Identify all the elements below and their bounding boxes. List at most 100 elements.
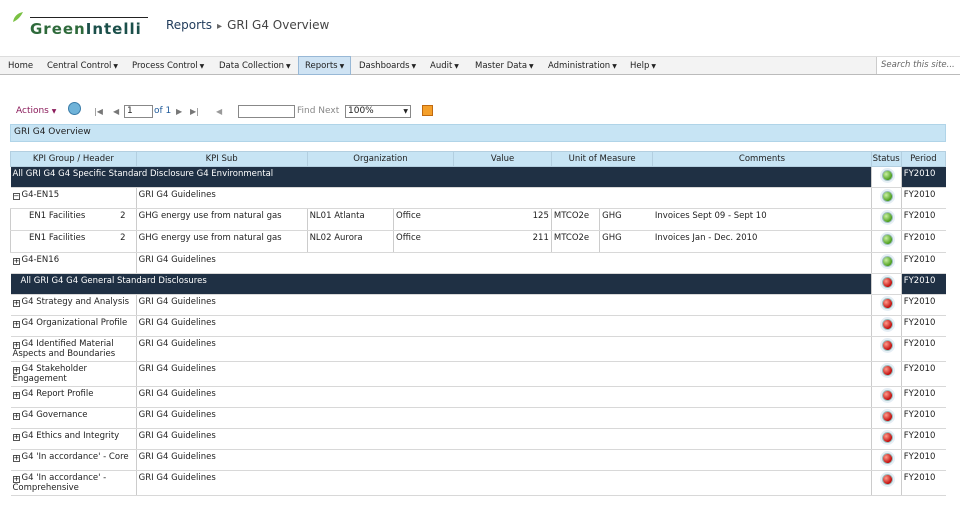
kpi-table: KPI Group / Header KPI Sub Organization … xyxy=(10,151,947,496)
period-cell: FY2010 xyxy=(900,428,946,450)
expand-icon[interactable]: + xyxy=(12,258,20,265)
kpi-sub-cell: GRI G4 Guidelines xyxy=(135,252,872,274)
expand-icon[interactable]: + xyxy=(12,321,20,328)
status-cell xyxy=(870,315,902,337)
header-row: KPI Group / Header KPI Sub Organization … xyxy=(10,151,947,167)
table-row[interactable]: + G4 'In accordance' - Core GRI G4 Guidel… xyxy=(10,449,946,471)
period-cell: FY2010 xyxy=(900,386,946,408)
kpi-label-line2: Aspects and Boundaries xyxy=(12,349,116,359)
kpi-group-cell: + G4 Governance xyxy=(10,407,137,429)
collapse-icon[interactable]: − xyxy=(12,193,20,200)
status-red-icon xyxy=(881,277,893,288)
nav-dashboards[interactable]: Dashboards ▼ xyxy=(353,57,422,75)
kpi-label: G4 Governance xyxy=(21,410,88,420)
group-label: All GRI G4 G4 Specific Standard Disclosu… xyxy=(10,166,872,188)
table-row[interactable]: EN1 Facilities 2 GHG energy use from nat… xyxy=(10,230,946,253)
first-page-icon[interactable]: |◀ xyxy=(94,104,103,119)
brand-prefix: Green xyxy=(30,20,86,38)
nav-home[interactable]: Home xyxy=(2,57,39,75)
col-status[interactable]: Status xyxy=(870,151,902,167)
caret-down-icon: ▼ xyxy=(612,63,617,70)
page-input[interactable]: 1 xyxy=(124,105,153,118)
table-row[interactable]: + G4 Strategy and Analysis GRI G4 Guideli… xyxy=(10,294,946,316)
kpi-label: G4 'In accordance' - xyxy=(21,473,107,483)
find-input[interactable] xyxy=(238,105,295,118)
period-cell: FY2010 xyxy=(900,315,946,337)
expand-icon[interactable]: + xyxy=(12,434,20,441)
col-organization[interactable]: Organization xyxy=(306,151,455,167)
period-cell: FY2010 xyxy=(900,361,946,387)
table-row[interactable]: + G4 Governance GRI G4 Guidelines FY2010 xyxy=(10,407,946,429)
refresh-icon[interactable] xyxy=(68,102,81,115)
status-green-icon xyxy=(881,191,893,202)
category-cell: GHG xyxy=(599,208,653,231)
nav-help[interactable]: Help ▼ xyxy=(624,57,662,75)
table-row[interactable]: + G4 'In accordance' - Comprehensive GRI G… xyxy=(10,470,946,496)
last-page-icon[interactable]: ▶| xyxy=(190,104,199,119)
col-value[interactable]: Value xyxy=(453,151,552,167)
table-row[interactable]: + G4 Report Profile GRI G4 Guidelines FY2… xyxy=(10,386,946,408)
breadcrumb-root[interactable]: Reports xyxy=(166,18,212,32)
back-icon[interactable]: ◀ xyxy=(216,104,222,119)
status-cell xyxy=(870,449,902,471)
col-comments[interactable]: Comments xyxy=(652,151,872,167)
nav-audit[interactable]: Audit ▼ xyxy=(424,57,465,75)
num-cell: 2 xyxy=(118,230,137,253)
table-row[interactable]: − G4-EN15 GRI G4 Guidelines FY2010 xyxy=(10,187,946,209)
table-row[interactable]: EN1 Facilities 2 GHG energy use from nat… xyxy=(10,208,946,231)
kpi-label: G4 Organizational Profile xyxy=(21,318,128,328)
expand-icon[interactable]: + xyxy=(12,367,20,374)
nav-process-control[interactable]: Process Control ▼ xyxy=(126,57,210,75)
next-page-icon[interactable]: ▶ xyxy=(176,104,182,119)
expand-icon[interactable]: + xyxy=(12,300,20,307)
status-red-icon xyxy=(881,390,893,401)
col-unit[interactable]: Unit of Measure xyxy=(550,151,654,167)
table-row[interactable]: + G4 Stakeholder Engagement GRI G4 Guideli… xyxy=(10,361,946,387)
kpi-sub-cell: GRI G4 Guidelines xyxy=(135,470,872,496)
search-input[interactable]: Search this site... xyxy=(876,57,960,74)
prev-page-icon[interactable]: ◀ xyxy=(113,104,119,119)
breadcrumb: Reports ▸ GRI G4 Overview xyxy=(166,18,329,32)
table-row[interactable]: + G4-EN16 GRI G4 Guidelines FY2010 xyxy=(10,252,946,274)
group-row-general: All GRI G4 G4 General Standard Disclosur… xyxy=(10,273,946,295)
nav-data-collection[interactable]: Data Collection ▼ xyxy=(213,57,297,75)
status-cell xyxy=(870,336,902,362)
col-kpi-sub[interactable]: KPI Sub xyxy=(135,151,308,167)
status-cell xyxy=(870,407,902,429)
logo[interactable]: GreenIntelli xyxy=(12,11,148,41)
period-cell: FY2010 xyxy=(900,336,946,362)
table-row[interactable]: + G4 Identified Material Aspects and Bound… xyxy=(10,336,946,362)
expand-icon[interactable]: + xyxy=(12,413,20,420)
table-row[interactable]: + G4 Ethics and Integrity GRI G4 Guidelin… xyxy=(10,428,946,450)
nav-label: Home xyxy=(8,61,34,71)
export-icon[interactable] xyxy=(422,105,433,116)
nav-central-control[interactable]: Central Control ▼ xyxy=(41,57,124,75)
status-red-icon xyxy=(881,340,893,351)
org-cell: NL02 Aurora xyxy=(306,230,394,253)
kpi-label: G4-EN15 xyxy=(21,190,60,200)
kpi-label: G4 Report Profile xyxy=(21,389,94,399)
expand-icon[interactable]: + xyxy=(12,342,20,349)
zoom-select[interactable]: 100% ▼ xyxy=(345,105,411,118)
kpi-sub-cell: GHG energy use from natural gas xyxy=(135,208,308,231)
col-kpi-group[interactable]: KPI Group / Header xyxy=(10,151,137,167)
expand-icon[interactable]: + xyxy=(12,392,20,399)
nav-reports[interactable]: Reports ▼ xyxy=(298,56,352,75)
table-row[interactable]: + G4 Organizational Profile GRI G4 Guidel… xyxy=(10,315,946,337)
kpi-cell: EN1 Facilities xyxy=(10,208,119,231)
caret-down-icon: ▼ xyxy=(454,63,459,70)
col-period[interactable]: Period xyxy=(900,151,947,167)
nav-master-data[interactable]: Master Data ▼ xyxy=(469,57,540,75)
status-cell xyxy=(870,187,902,209)
expand-icon[interactable]: + xyxy=(12,455,20,462)
kpi-group-cell: + G4 Report Profile xyxy=(10,386,137,408)
nav-label: Process Control xyxy=(132,61,198,71)
find-next-link[interactable]: Find Next xyxy=(297,104,339,119)
kpi-sub-cell: GRI G4 Guidelines xyxy=(135,361,872,387)
status-green-icon xyxy=(881,256,893,267)
nav-administration[interactable]: Administration ▼ xyxy=(542,57,623,75)
status-green-icon xyxy=(881,234,893,245)
actions-menu[interactable]: Actions ▼ xyxy=(16,104,56,119)
expand-icon[interactable]: + xyxy=(12,476,20,483)
comment-cell: Invoices Sept 09 - Sept 10 xyxy=(652,208,872,231)
